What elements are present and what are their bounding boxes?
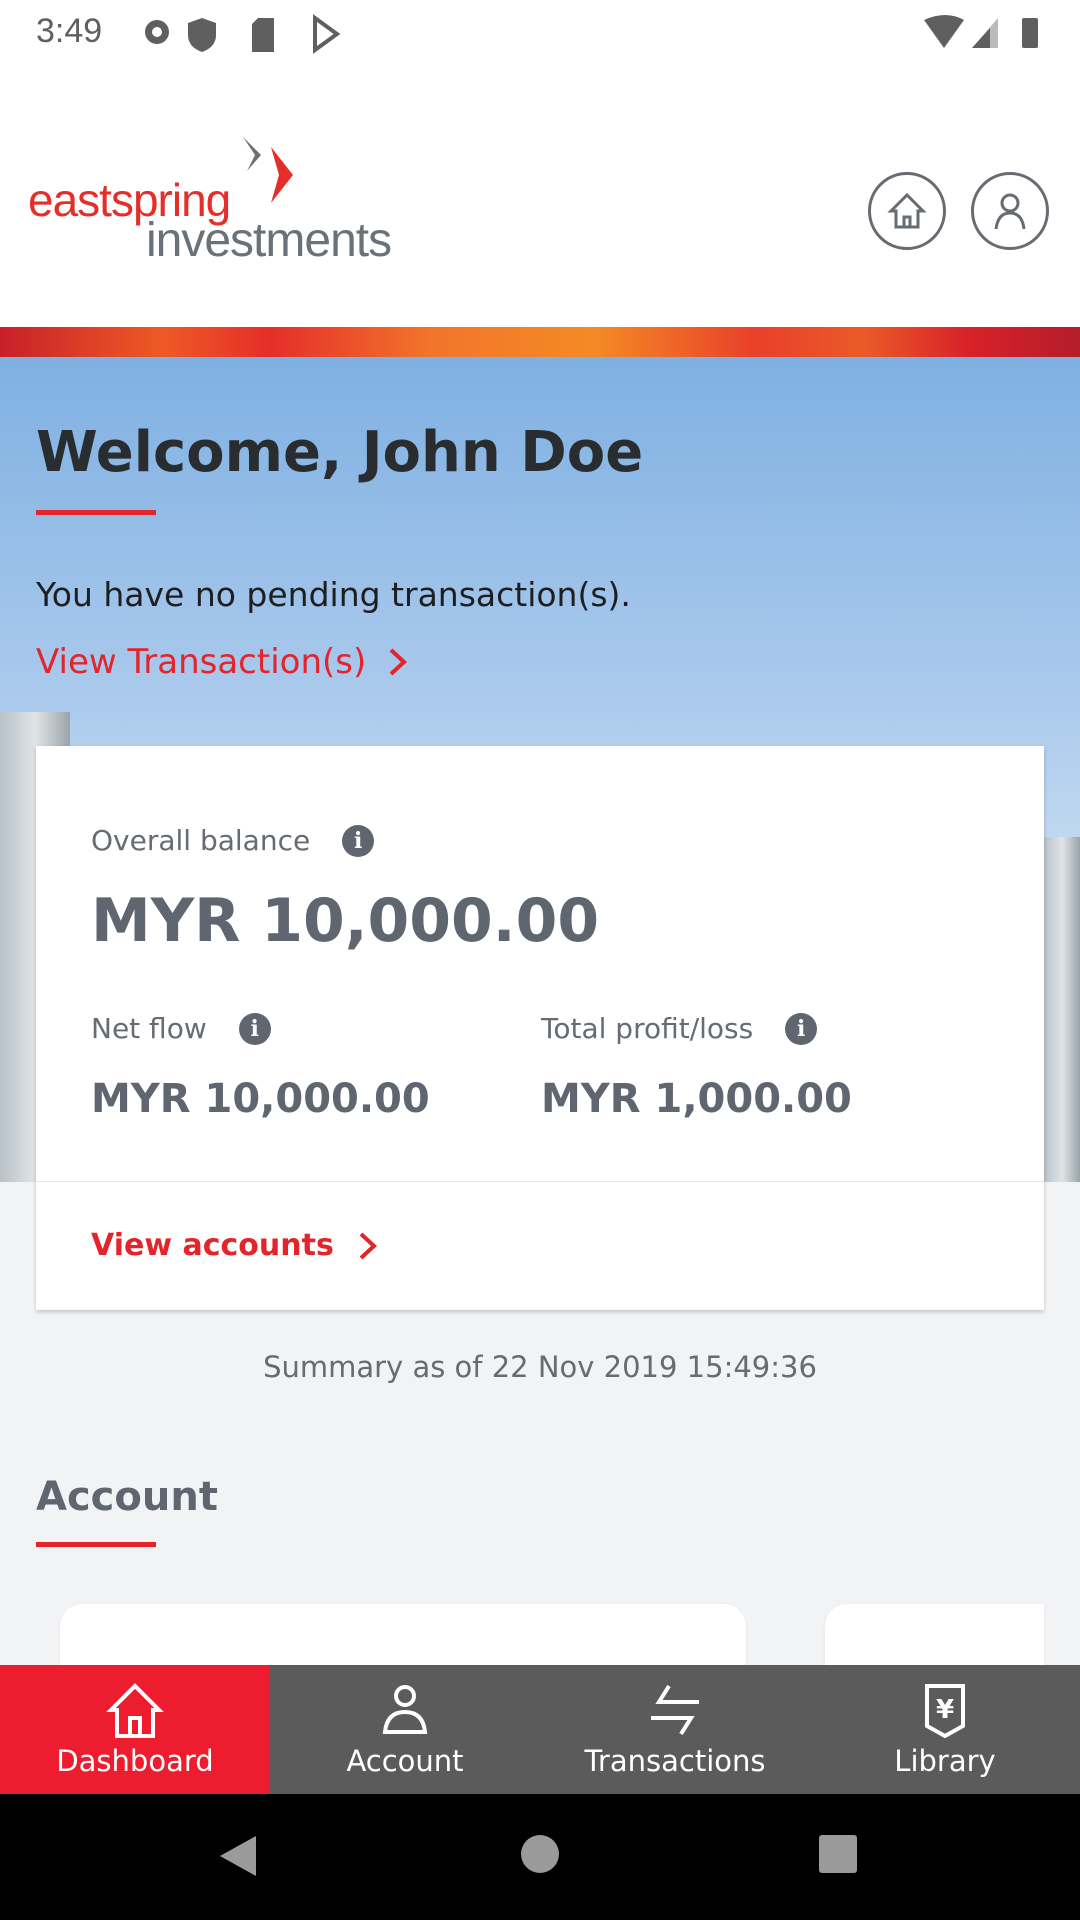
summary-timestamp: Summary as of 22 Nov 2019 15:49:36 — [263, 1350, 817, 1384]
nav-transactions[interactable]: Transactions — [540, 1665, 810, 1794]
system-navigation-bar — [0, 1794, 1080, 1920]
nav-label: Account — [346, 1743, 464, 1778]
nav-label: Transactions — [584, 1743, 766, 1778]
library-yen-icon: ¥ — [925, 1683, 965, 1738]
app-header: eastspring investments — [0, 75, 1080, 327]
account-underline — [36, 1542, 156, 1547]
status-bar: 3:49 — [0, 0, 1080, 75]
nav-account[interactable]: Account — [270, 1665, 540, 1794]
overall-balance-value: MYR 10,000.00 — [91, 886, 600, 956]
nav-library[interactable]: ¥ Library — [810, 1665, 1080, 1794]
nav-dashboard[interactable]: Dashboard — [0, 1665, 270, 1794]
view-accounts-link[interactable]: View accounts — [91, 1228, 378, 1263]
status-right-icons — [924, 15, 1038, 48]
status-time: 3:49 — [36, 12, 103, 50]
swap-icon — [651, 1684, 699, 1735]
user-icon — [382, 1684, 428, 1734]
pending-text: You have no pending transaction(s). — [36, 575, 631, 614]
recents-icon[interactable] — [818, 1834, 858, 1874]
bottom-navigation: Dashboard Account Transactions ¥ Library — [0, 1665, 1080, 1794]
profit-loss-label: Total profit/loss — [541, 1012, 754, 1045]
svg-text:¥: ¥ — [936, 1695, 954, 1725]
home-button[interactable] — [868, 172, 946, 250]
net-flow-value: MYR 10,000.00 — [91, 1076, 430, 1122]
user-icon — [994, 193, 1026, 230]
home-icon — [106, 1682, 164, 1738]
profile-button[interactable] — [971, 172, 1049, 250]
nav-label: Library — [894, 1743, 996, 1778]
view-accounts-label: View accounts — [91, 1228, 334, 1263]
overall-balance-label: Overall balance — [91, 824, 311, 857]
nav-label: Dashboard — [56, 1743, 214, 1778]
status-icons — [145, 14, 341, 54]
back-icon[interactable] — [218, 1834, 258, 1878]
decorative-band — [0, 327, 1080, 357]
chevron-right-icon — [389, 648, 408, 676]
info-icon[interactable]: i — [342, 824, 375, 857]
account-section-title: Account — [36, 1474, 218, 1520]
logo-chevrons — [243, 137, 293, 203]
net-flow-label: Net flow — [91, 1012, 207, 1045]
view-transactions-link[interactable]: View Transaction(s) — [36, 642, 408, 682]
view-transactions-label: View Transaction(s) — [36, 642, 367, 682]
info-icon[interactable]: i — [238, 1012, 271, 1045]
title-underline — [36, 510, 156, 515]
eastspring-logo[interactable]: eastspring investments — [28, 135, 428, 267]
info-icon[interactable]: i — [785, 1012, 818, 1045]
profit-loss-value: MYR 1,000.00 — [541, 1076, 852, 1122]
chevron-right-icon — [359, 1232, 377, 1259]
welcome-title: Welcome, John Doe — [36, 420, 644, 485]
home-icon — [887, 192, 927, 229]
divider — [36, 1181, 1044, 1182]
logo-text-bottom: investments — [146, 214, 392, 267]
home-circle-icon[interactable] — [520, 1834, 560, 1874]
building-image-right — [1044, 837, 1080, 1182]
balance-summary-card: Overall balance i MYR 10,000.00 Net flow… — [36, 746, 1044, 1310]
